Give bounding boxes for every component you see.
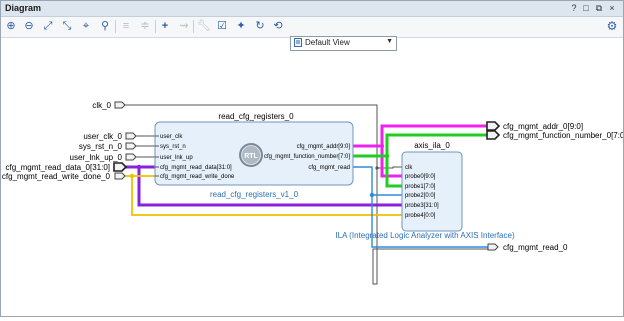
pin-label: probe1[7:0] [405, 184, 436, 190]
pin-label: clk [405, 165, 413, 171]
maximize-icon[interactable]: ⧉ [594, 3, 604, 13]
port-cfg-mgmt-read-write-done[interactable]: cfg_mgmt_read_write_done_0 [2, 172, 126, 181]
center-icon[interactable]: ⌖ [79, 19, 93, 33]
port-cfg-mgmt-function-number[interactable]: cfg_mgmt_function_number_0[7:0] [486, 130, 624, 140]
wrench-icon[interactable]: 🔧︎ [197, 19, 211, 33]
validate-icon[interactable]: ☑ [215, 19, 229, 33]
port-cfg-mgmt-read[interactable]: cfg_mgmt_read_0 [487, 243, 568, 252]
fit-selection-icon[interactable]: ⤡ [60, 19, 74, 33]
block-title: axis_ila_0 [414, 141, 450, 150]
gear-icon[interactable]: ⚙ [605, 19, 619, 33]
diagram-window: Diagram ? □ ⧉ × ⊕ ⊖ ⤢ ⤡ ⌖ ⚲ ≡ ≑ + ⇝ 🔧︎ ☑… [0, 0, 624, 317]
port-clk[interactable]: clk_0 [92, 101, 126, 110]
port-label: cfg_mgmt_addr_0[9:0] [503, 122, 583, 131]
block-read-cfg-registers[interactable]: read_cfg_registers_0 user_clk sys_rst_n … [154, 112, 354, 199]
port-label: cfg_mgmt_read_data_0[31:0] [5, 163, 110, 172]
pin-label: probe2[0:0] [405, 193, 436, 199]
expand-icon[interactable]: ≑ [138, 19, 152, 33]
pin-label: user_lnk_up [160, 155, 193, 161]
pin-label: probe4[0:0] [405, 213, 436, 219]
restore-icon[interactable]: □ [581, 3, 591, 13]
svg-text:RTL: RTL [244, 153, 258, 160]
port-label: cfg_mgmt_read_write_done_0 [2, 172, 111, 181]
port-label: sys_rst_n_0 [79, 142, 123, 151]
port-cfg-mgmt-read-data[interactable]: cfg_mgmt_read_data_0[31:0] [5, 162, 128, 172]
pin-label: cfg_mgmt_read_data[31:0] [160, 165, 232, 171]
pin-label: probe3[31:0] [405, 203, 439, 209]
port-sys-rst-n[interactable]: sys_rst_n_0 [79, 142, 137, 151]
port-cfg-mgmt-addr[interactable]: cfg_mgmt_addr_0[9:0] [486, 121, 583, 131]
pin-label: probe0[9:0] [405, 174, 436, 180]
zoom-fit-icon[interactable]: ⤢ [41, 19, 55, 33]
diagram-canvas[interactable]: clk_0 user_clk_0 sys_rst_n_0 user_lnk_up… [1, 38, 624, 316]
route-icon[interactable]: ⇝ [177, 19, 191, 33]
pin-label: cfg_mgmt_addr[9:0] [297, 144, 351, 150]
add-icon[interactable]: + [158, 19, 172, 33]
port-label: cfg_mgmt_function_number_0[7:0] [503, 131, 623, 140]
port-user-lnk-up[interactable]: user_lnk_up_0 [70, 153, 137, 162]
port-label: cfg_mgmt_read_0 [503, 243, 568, 252]
port-label: user_lnk_up_0 [70, 153, 123, 162]
regenerate-layout-icon[interactable]: ⟲ [271, 19, 285, 33]
pin-label: cfg_mgmt_function_number[7:0] [264, 154, 350, 160]
collapse-icon[interactable]: ≡ [119, 19, 133, 33]
toolbar: ⊕ ⊖ ⤢ ⤡ ⌖ ⚲ ≡ ≑ + ⇝ 🔧︎ ☑ ✦ ↻ ⟲ Default V… [1, 17, 623, 51]
search-icon[interactable]: ⚲ [98, 19, 112, 33]
diagram-svg: clk_0 user_clk_0 sys_rst_n_0 user_lnk_up… [2, 101, 624, 285]
port-user-clk[interactable]: user_clk_0 [83, 132, 137, 141]
port-label: user_clk_0 [83, 132, 122, 141]
zoom-out-icon[interactable]: ⊖ [22, 19, 36, 33]
rtl-logo-icon: RTL [239, 143, 263, 167]
window-titlebar: Diagram ? □ ⧉ × [1, 1, 623, 17]
window-title: Diagram [5, 3, 42, 13]
block-subtitle: read_cfg_registers_v1_0 [210, 190, 299, 199]
pin-label: user_clk [160, 134, 183, 140]
pin-label: sys_rst_n [160, 144, 186, 150]
help-icon[interactable]: ? [569, 3, 579, 13]
refresh-icon[interactable]: ↻ [253, 19, 267, 33]
close-icon[interactable]: × [607, 3, 617, 13]
auto-connect-icon[interactable]: ✦ [234, 19, 248, 33]
block-subtitle: ILA (Integrated Logic Analyzer with AXIS… [335, 231, 515, 240]
port-label: clk_0 [92, 101, 111, 110]
pin-label: cfg_mgmt_read [308, 165, 350, 171]
zoom-in-icon[interactable]: ⊕ [4, 19, 18, 33]
block-title: read_cfg_registers_0 [218, 112, 294, 121]
pin-label: cfg_mgmt_read_write_done [160, 174, 235, 180]
